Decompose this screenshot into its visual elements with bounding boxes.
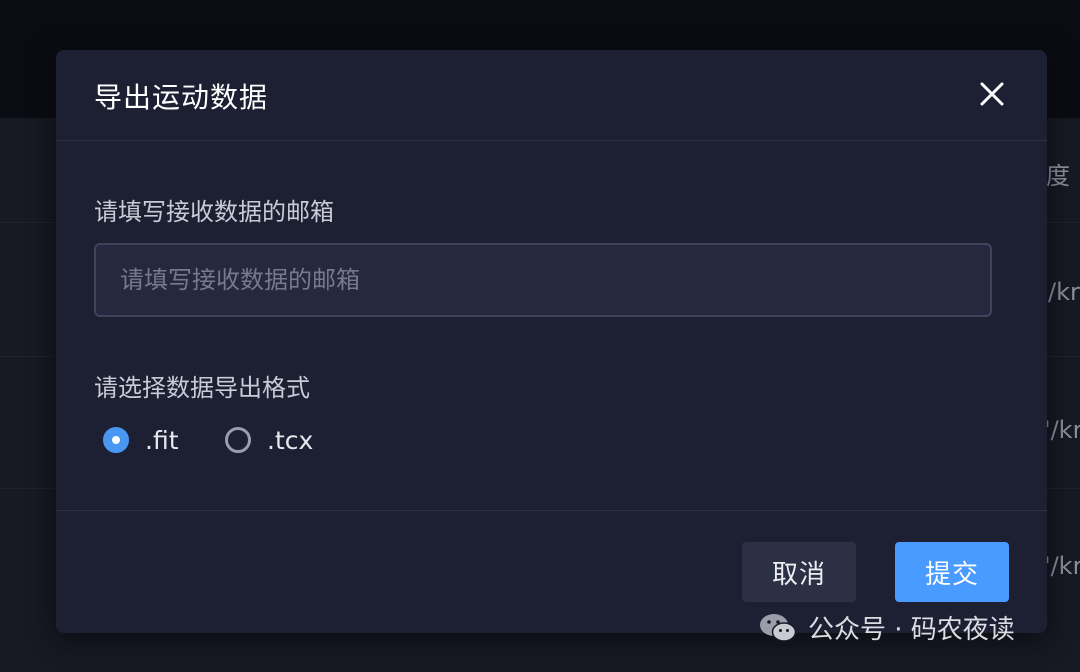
format-option-label: .tcx [267,425,314,455]
watermark-text: 公众号 · 码农夜读 [808,615,1015,645]
background-cell-text: '/kr [1044,416,1080,444]
cancel-button[interactable]: 取消 [742,542,856,602]
background-cell-text: '/kr [1044,552,1080,580]
radio-unselected[interactable] [225,427,251,453]
page: 度 /kr '/kr '/kr 导出运动数据 请填写接收数据的邮箱 请选择数据导… [0,0,1080,672]
submit-button[interactable]: 提交 [895,542,1009,602]
format-label: 请选择数据导出格式 [94,374,310,402]
background-column-header: 度 [1046,162,1070,190]
wechat-icon [760,613,797,642]
format-option-label: .fit [145,425,179,455]
format-option-tcx[interactable]: .tcx [225,420,313,460]
email-input[interactable] [94,243,992,317]
radio-selected[interactable] [103,427,129,453]
export-dialog: 导出运动数据 请填写接收数据的邮箱 请选择数据导出格式 .fit .tcx 取消… [56,50,1047,633]
dialog-title: 导出运动数据 [94,81,269,114]
close-button[interactable] [974,76,1010,112]
background-cell-text: /kr [1048,278,1080,306]
email-label: 请填写接收数据的邮箱 [94,198,334,226]
close-icon [980,82,1004,106]
header-divider [56,140,1047,141]
footer-divider [56,510,1047,511]
watermark: 公众号 · 码农夜读 [758,609,1015,646]
format-option-fit[interactable]: .fit [103,420,179,460]
